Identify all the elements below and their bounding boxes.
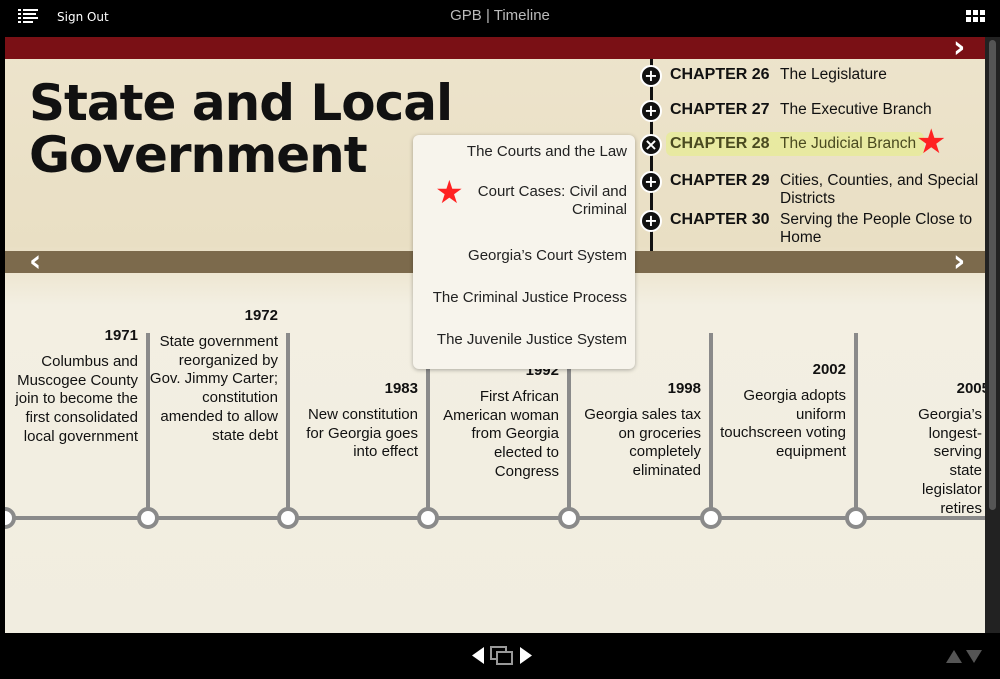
event-description: First African American woman from Georgi…: [443, 388, 559, 480]
timeline-node[interactable]: [277, 507, 299, 529]
top-bar: Sign Out GPB | Timeline: [0, 0, 1000, 37]
app-title: GPB | Timeline: [450, 7, 550, 24]
event-description: Columbus and Muscogee County join to bec…: [15, 353, 138, 445]
chapter-number: CHAPTER 28: [670, 135, 770, 152]
star-icon: ★: [435, 173, 464, 211]
event-year: 1972: [244, 307, 278, 324]
section-menu-item[interactable]: Georgia’s Court System: [427, 247, 627, 265]
star-icon: ★: [916, 122, 947, 162]
grid-icon[interactable]: [966, 10, 986, 22]
event-year: 1983: [384, 380, 418, 397]
timeline-node[interactable]: [700, 507, 722, 529]
title-line-1: State and Local: [29, 74, 453, 132]
title-line-2: Government: [29, 126, 368, 184]
chapter-bar: [5, 37, 985, 59]
event-year: 2002: [812, 361, 846, 378]
section-menu-item[interactable]: The Criminal Justice Process: [427, 289, 627, 307]
triangle-down-icon[interactable]: [966, 650, 982, 663]
event-description: Georgia sales tax on groceries completel…: [584, 406, 701, 480]
event-description: State government reorganized by Gov. Jim…: [149, 333, 278, 444]
prev-chevron-icon[interactable]: ‹: [29, 247, 41, 277]
timeline-node[interactable]: [137, 507, 159, 529]
chapter-name[interactable]: The Legislature: [780, 66, 985, 84]
next-chevron-icon[interactable]: ›: [953, 37, 965, 63]
chapter-name[interactable]: Cities, Counties, and Special Districts: [780, 172, 985, 208]
chapter-name[interactable]: Serving the People Close to Home: [780, 211, 985, 247]
section-menu-item[interactable]: The Juvenile Justice System: [427, 331, 627, 349]
page-title: State and Local Government: [29, 74, 453, 184]
section-menu-item[interactable]: Court Cases: Civil and Criminal: [467, 183, 627, 219]
bottom-bar: [0, 633, 1000, 679]
timeline-node[interactable]: [5, 507, 16, 529]
event-year: 1998: [667, 380, 701, 397]
timeline-node[interactable]: [558, 507, 580, 529]
event-description: Georgia’s longest-serving state legislat…: [918, 406, 982, 517]
plus-icon[interactable]: +: [640, 65, 662, 87]
triangle-right-icon[interactable]: [520, 647, 532, 664]
next-timeline-chevron-icon[interactable]: ›: [953, 247, 965, 277]
triangle-up-icon[interactable]: [946, 650, 962, 663]
windows-icon[interactable]: [490, 646, 514, 666]
close-icon[interactable]: ×: [640, 134, 662, 156]
chapter-number: CHAPTER 27: [670, 101, 770, 118]
scrollbar-thumb[interactable]: [989, 40, 996, 510]
chapter-number: CHAPTER 29: [670, 172, 770, 189]
chapter-name[interactable]: The Judicial Branch: [780, 135, 985, 153]
event-description: New constitution for Georgia goes into e…: [306, 406, 418, 461]
timeline-content: › State and Local Government ‹ › + CHAPTER…: [5, 37, 985, 633]
event-year: 2005: [956, 380, 985, 397]
event-line: [709, 333, 713, 517]
timeline-node[interactable]: [417, 507, 439, 529]
plus-icon[interactable]: +: [640, 171, 662, 193]
chapter-number: CHAPTER 26: [670, 66, 770, 83]
plus-icon[interactable]: +: [640, 100, 662, 122]
chapter-number: CHAPTER 30: [670, 211, 770, 228]
timeline-node[interactable]: [845, 507, 867, 529]
event-line: [854, 333, 858, 517]
section-menu: The Courts and the Law Court Cases: Civil…: [413, 135, 635, 369]
chapter-name[interactable]: The Executive Branch: [780, 101, 985, 119]
section-menu-item[interactable]: The Courts and the Law: [427, 143, 627, 161]
event-description: Georgia adopts uniform touchscreen votin…: [720, 387, 846, 461]
plus-icon[interactable]: +: [640, 210, 662, 232]
event-year: 1971: [104, 327, 138, 344]
triangle-left-icon[interactable]: [472, 647, 484, 664]
